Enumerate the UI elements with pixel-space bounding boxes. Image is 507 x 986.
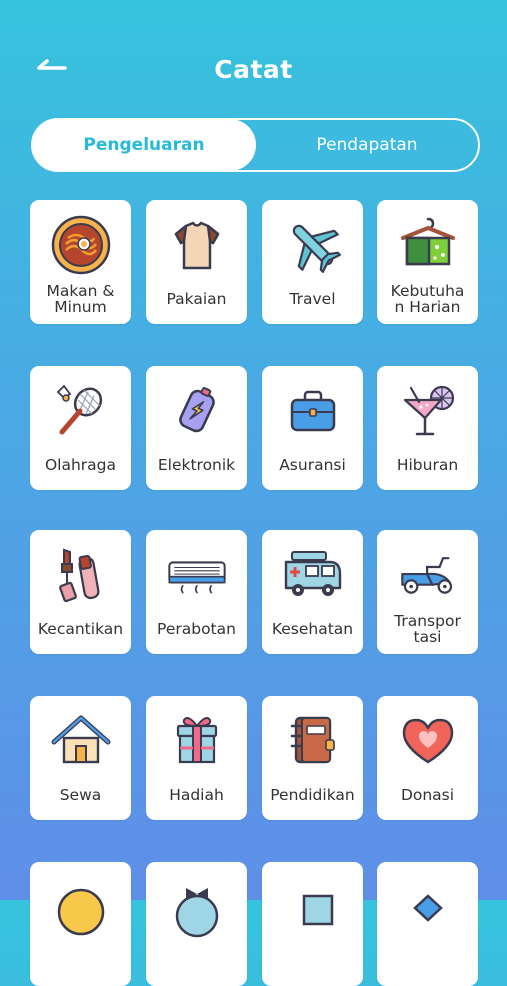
air-conditioner-icon: [168, 561, 226, 594]
category-hiburan[interactable]: Hiburan: [377, 366, 478, 490]
category-label: Kesehatan: [271, 620, 354, 638]
category-card-partial[interactable]: [146, 862, 247, 986]
category-donasi[interactable]: Donasi: [377, 696, 478, 820]
category-card-partial[interactable]: [377, 862, 478, 986]
category-label: Perabotan: [157, 620, 236, 638]
category-olahraga[interactable]: Olahraga: [30, 366, 131, 490]
badminton-icon: [56, 384, 103, 435]
category-label: Sewa: [59, 786, 102, 804]
cocktail-icon: [403, 385, 455, 436]
header: Catat: [0, 0, 507, 110]
category-elektronik[interactable]: Elektronik: [146, 366, 247, 490]
towel-hanger-icon: [401, 217, 455, 266]
category-asuransi[interactable]: Asuransi: [262, 366, 363, 490]
category-label: Kecantikan: [37, 620, 124, 638]
category-pendidikan[interactable]: Pendidikan: [262, 696, 363, 820]
category-label: Hadiah: [169, 786, 224, 804]
type-segmented-control: Pengeluaran Pendapatan: [31, 118, 480, 172]
category-label: Pendidikan: [270, 786, 355, 804]
category-label: Elektronik: [157, 456, 236, 474]
emoji-icon: [57, 888, 105, 936]
category-makan-minum[interactable]: Makan & Minum: [30, 200, 131, 324]
category-hadiah[interactable]: Hadiah: [146, 696, 247, 820]
category-kebutuhan-harian[interactable]: Kebutuhan Harian: [377, 200, 478, 324]
tab-pengeluaran[interactable]: Pengeluaran: [32, 119, 256, 171]
food-bowl-icon: [51, 215, 111, 275]
category-label: Transportasi: [394, 612, 461, 646]
category-kecantikan[interactable]: Kecantikan: [30, 530, 131, 654]
bowtie-icon: [175, 888, 219, 938]
category-label: Hiburan: [396, 456, 459, 474]
page-title: Catat: [214, 55, 293, 84]
category-label: Pakaian: [166, 290, 227, 308]
cosmetics-icon: [59, 548, 100, 603]
book-icon: [290, 716, 335, 764]
category-label: Donasi: [400, 786, 455, 804]
airplane-icon: [292, 224, 341, 273]
category-label: Travel: [289, 290, 336, 308]
category-label: Olahraga: [44, 456, 117, 474]
category-label: Makan & Minum: [46, 282, 115, 316]
tab-pendapatan[interactable]: Pendapatan: [255, 119, 479, 171]
briefcase-icon: [290, 390, 336, 432]
category-card-partial[interactable]: [30, 862, 131, 986]
category-kesehatan[interactable]: Kesehatan: [262, 530, 363, 654]
category-sewa[interactable]: Sewa: [30, 696, 131, 820]
diamond-icon: [413, 894, 443, 922]
category-label: Asuransi: [279, 456, 346, 474]
house-icon: [51, 715, 111, 764]
scooter-icon: [401, 557, 453, 594]
ambulance-icon: [284, 551, 342, 596]
category-perabotan[interactable]: Perabotan: [146, 530, 247, 654]
truck-icon: [302, 894, 334, 926]
category-transportasi[interactable]: Transportasi: [377, 530, 478, 654]
heart-icon: [402, 718, 454, 764]
powerbank-icon: [179, 387, 215, 433]
shirt-icon: [174, 221, 220, 270]
category-label: Kebutuhan Harian: [390, 282, 465, 316]
gift-icon: [176, 717, 218, 764]
category-travel[interactable]: Travel: [262, 200, 363, 324]
category-card-partial[interactable]: [262, 862, 363, 986]
category-pakaian[interactable]: Pakaian: [146, 200, 247, 324]
